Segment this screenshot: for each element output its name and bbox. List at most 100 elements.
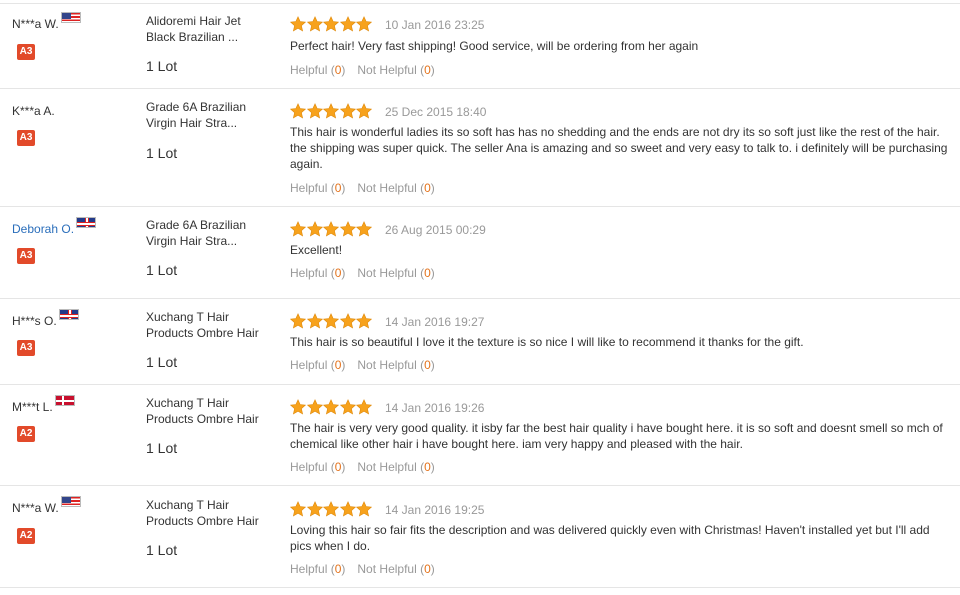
star-icon xyxy=(323,221,339,237)
reviewer-name-text: N***a W. xyxy=(12,17,59,31)
not-helpful-button[interactable]: Not Helpful (0) xyxy=(357,63,434,77)
product-name: Xuchang T Hair Products Ombre Hair xyxy=(146,310,259,340)
star-icon xyxy=(290,399,306,415)
not-helpful-label[interactable]: Not Helpful xyxy=(357,63,416,77)
helpful-votes: Helpful (0) Not Helpful (0) xyxy=(290,63,435,77)
helpful-button[interactable]: Helpful (0) xyxy=(290,460,345,474)
buyer-level-badge: A2 xyxy=(17,426,35,442)
helpful-votes: Helpful (0) Not Helpful (0) xyxy=(290,358,435,372)
helpful-button[interactable]: Helpful (0) xyxy=(290,358,345,372)
review-date: 10 Jan 2016 23:25 xyxy=(385,18,485,32)
star-icon xyxy=(306,103,323,119)
helpful-count: 0 xyxy=(334,460,342,474)
us-flag-icon xyxy=(60,12,81,23)
uk-flag-icon xyxy=(76,217,97,228)
buyer-level-badge: A3 xyxy=(17,44,35,60)
reviewer-name-text[interactable]: Deborah O. xyxy=(12,222,74,236)
star-icon xyxy=(356,399,372,415)
not-helpful-button[interactable]: Not Helpful (0) xyxy=(357,266,434,280)
us-flag-icon xyxy=(60,496,81,507)
review-text: This hair is so beautiful I love it the … xyxy=(290,335,804,349)
reviewer-name[interactable]: Deborah O. xyxy=(12,217,97,236)
star-icon xyxy=(290,221,306,237)
not-helpful-button[interactable]: Not Helpful (0) xyxy=(357,562,434,576)
helpful-label[interactable]: Helpful xyxy=(290,181,327,195)
review-date: 26 Aug 2015 00:29 xyxy=(385,223,486,237)
uk-flag-icon xyxy=(58,309,79,320)
star-icon xyxy=(306,501,323,517)
helpful-votes: Helpful (0) Not Helpful (0) xyxy=(290,562,435,576)
order-quantity: 1 Lot xyxy=(146,354,178,370)
star-icon xyxy=(339,399,356,415)
helpful-label[interactable]: Helpful xyxy=(290,460,327,474)
product-name: Xuchang T Hair Products Ombre Hair xyxy=(146,396,259,426)
review-date: 14 Jan 2016 19:25 xyxy=(385,503,485,517)
star-icon xyxy=(323,16,339,32)
not-helpful-count: 0 xyxy=(424,358,431,372)
not-helpful-label[interactable]: Not Helpful xyxy=(357,562,416,576)
not-helpful-count: 0 xyxy=(424,562,431,576)
star-icon xyxy=(323,103,339,119)
product-name: Alidoremi Hair Jet Black Brazilian ... xyxy=(146,14,241,44)
not-helpful-count: 0 xyxy=(424,266,431,280)
star-icon xyxy=(290,501,306,517)
helpful-votes: Helpful (0) Not Helpful (0) xyxy=(290,181,435,195)
order-quantity: 1 Lot xyxy=(146,145,178,161)
helpful-count: 0 xyxy=(334,63,342,77)
review-text: The hair is very very good quality. it i… xyxy=(290,421,943,451)
star-icon xyxy=(290,16,306,32)
star-rating xyxy=(290,221,373,237)
helpful-label[interactable]: Helpful xyxy=(290,562,327,576)
not-helpful-label[interactable]: Not Helpful xyxy=(357,460,416,474)
star-icon xyxy=(356,313,372,329)
not-helpful-button[interactable]: Not Helpful (0) xyxy=(357,181,434,195)
helpful-button[interactable]: Helpful (0) xyxy=(290,63,345,77)
star-icon xyxy=(339,313,356,329)
buyer-level-badge: A3 xyxy=(17,248,35,264)
helpful-label[interactable]: Helpful xyxy=(290,358,327,372)
helpful-button[interactable]: Helpful (0) xyxy=(290,181,345,195)
helpful-count: 0 xyxy=(334,266,342,280)
helpful-button[interactable]: Helpful (0) xyxy=(290,562,345,576)
product-name: Xuchang T Hair Products Ombre Hair xyxy=(146,498,259,528)
star-rating xyxy=(290,399,373,415)
star-icon xyxy=(339,103,356,119)
review-text: Loving this hair so fair fits the descri… xyxy=(290,523,930,553)
review-date: 14 Jan 2016 19:27 xyxy=(385,315,485,329)
reviewer-name: M***t L. xyxy=(12,395,75,414)
star-icon xyxy=(306,221,323,237)
not-helpful-count: 0 xyxy=(424,460,431,474)
feedback-list: N***a W. A3 Alidoremi Hair Jet Black Brazi… xyxy=(0,0,960,595)
not-helpful-label[interactable]: Not Helpful xyxy=(357,181,416,195)
helpful-label[interactable]: Helpful xyxy=(290,266,327,280)
product-name: Grade 6A Brazilian Virgin Hair Stra... xyxy=(146,218,247,248)
star-icon xyxy=(356,16,372,32)
not-helpful-label[interactable]: Not Helpful xyxy=(357,266,416,280)
helpful-count: 0 xyxy=(334,181,342,195)
dk-flag-icon xyxy=(54,395,75,406)
star-icon xyxy=(356,501,372,517)
review-date: 14 Jan 2016 19:26 xyxy=(385,401,485,415)
not-helpful-button[interactable]: Not Helpful (0) xyxy=(357,460,434,474)
review-date: 25 Dec 2015 18:40 xyxy=(385,105,487,119)
buyer-level-badge: A2 xyxy=(17,528,35,544)
star-icon xyxy=(323,399,339,415)
star-rating xyxy=(290,16,373,32)
order-quantity: 1 Lot xyxy=(146,58,178,74)
star-icon xyxy=(306,16,323,32)
reviewer-name-text: H***s O. xyxy=(12,314,57,328)
star-icon xyxy=(339,221,356,237)
not-helpful-label[interactable]: Not Helpful xyxy=(357,358,416,372)
helpful-button[interactable]: Helpful (0) xyxy=(290,266,345,280)
star-icon xyxy=(339,501,356,517)
helpful-label[interactable]: Helpful xyxy=(290,63,327,77)
star-icon xyxy=(290,313,306,329)
reviewer-name: N***a W. xyxy=(12,12,81,31)
reviewer-name: K***a A. xyxy=(12,104,55,118)
reviewer-name: N***a W. xyxy=(12,496,81,515)
reviewer-name-text: K***a A. xyxy=(12,104,55,118)
not-helpful-button[interactable]: Not Helpful (0) xyxy=(357,358,434,372)
star-rating xyxy=(290,103,373,119)
order-quantity: 1 Lot xyxy=(146,440,178,456)
order-quantity: 1 Lot xyxy=(146,262,178,278)
